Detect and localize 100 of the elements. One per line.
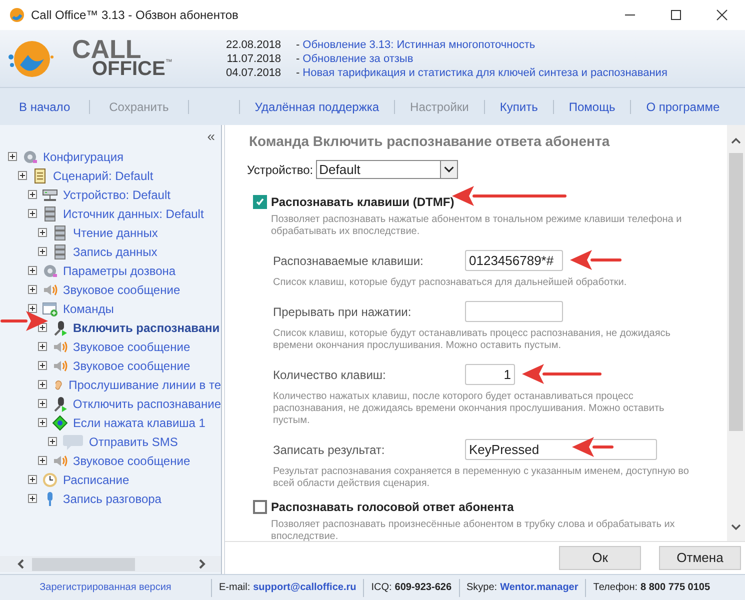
field-label: Записать результат: — [273, 442, 386, 458]
text-field[interactable] — [465, 301, 563, 322]
tree-item[interactable]: Запись разговора — [63, 490, 162, 508]
news-link[interactable]: Обновление 3.13: Истинная многопоточность — [302, 38, 536, 52]
tree-item[interactable]: Чтение данных — [73, 224, 158, 242]
tree-item[interactable]: Команды — [63, 300, 114, 318]
tree-item[interactable]: Включить распознавани — [73, 318, 220, 336]
expand-icon[interactable] — [8, 152, 17, 161]
annotation-arrow — [0, 311, 48, 331]
expand-icon[interactable] — [38, 323, 47, 332]
dialog-button[interactable]: Отмена — [659, 546, 741, 570]
toolbar-button[interactable]: Купить — [484, 98, 553, 116]
window-title: Call Office™ 3.13 - Обзвон абонентов — [31, 7, 238, 24]
tree-item[interactable]: Запись данных — [73, 242, 158, 260]
expand-icon[interactable] — [38, 342, 47, 351]
horizontal-scrollbar[interactable] — [0, 556, 221, 572]
expand-icon[interactable] — [28, 475, 37, 484]
description-text: Количество нажатых клавиш, после которого будет останавливаться процесс распознавания, не дожидаясь времени окончания прослушивания. Можно оставить пустым. — [273, 391, 666, 427]
checkbox-label: Распознавать клавиши (DTMF) — [271, 194, 454, 211]
description-text: Список клавиш, которые будут останавливать процесс распознавания, не дожидаясь времени окончания прослушивания. Можно оставить пустым. — [273, 328, 672, 352]
annotation-arrow — [572, 437, 614, 457]
microphone-icon — [52, 320, 68, 336]
field-label: Прерывать при нажатии: — [273, 304, 412, 320]
question-diamond-icon — [52, 414, 68, 430]
tree-item[interactable]: Звуковое сообщение — [73, 356, 190, 374]
gear-icon — [42, 262, 58, 278]
server-icon — [42, 206, 58, 222]
expand-icon[interactable] — [38, 399, 47, 408]
news-dash: - — [296, 52, 300, 66]
network-device-icon — [42, 186, 58, 202]
tree-item[interactable]: Прослушивание линии в те — [68, 376, 221, 394]
expand-icon[interactable] — [28, 190, 37, 199]
device-dropdown[interactable]: Default — [316, 160, 458, 179]
tree-item[interactable]: Конфигурация — [43, 148, 124, 166]
logo-text: OFFICE — [92, 58, 166, 78]
toolbar-button[interactable]: Помощь — [554, 98, 630, 116]
text-field[interactable]: KeyPressed — [465, 439, 657, 460]
collapse-button[interactable]: « — [207, 129, 215, 143]
clock-icon — [42, 472, 58, 488]
news-link[interactable]: Обновление за отзыв — [302, 52, 414, 66]
dropdown-caret-icon[interactable] — [440, 161, 458, 178]
expand-icon[interactable] — [28, 285, 37, 294]
status-label: ICQ: — [371, 581, 392, 595]
tree-item[interactable]: Параметры дозвона — [63, 262, 176, 280]
field-label: Устройство: — [247, 162, 314, 178]
checkbox[interactable] — [253, 195, 267, 209]
toolbar-button[interactable]: Удалённая поддержка — [240, 98, 394, 116]
news-date: 11.07.2018 — [226, 52, 281, 66]
checkbox-label: Распознавать голосовой ответ абонента — [271, 499, 514, 516]
status-label: Телефон: — [593, 581, 638, 595]
tree-item[interactable]: Расписание — [63, 470, 130, 488]
tree-item[interactable]: Сценарий: Default — [53, 166, 154, 184]
gear-icon — [22, 148, 38, 164]
news-date: 04.07.2018 — [226, 66, 281, 80]
tree-item[interactable]: Отправить SMS — [89, 432, 178, 450]
vertical-scrollbar[interactable] — [727, 125, 745, 541]
expand-icon[interactable] — [38, 361, 47, 370]
news-dash: - — [296, 66, 300, 80]
expand-icon[interactable] — [28, 304, 37, 313]
expand-icon[interactable] — [18, 171, 27, 180]
expand-icon[interactable] — [38, 456, 47, 465]
news-link[interactable]: Новая тарификация и статистика для ключей синтеза и распознавания — [302, 66, 668, 80]
description-text: Позволяет распознавать произнесённые абонентом в трубку слова и обрабатывать их впоследствие. — [271, 519, 676, 541]
status-value: 609-923-626 — [394, 581, 452, 595]
app-logo-icon — [9, 7, 25, 23]
checkmark-icon — [255, 197, 265, 207]
expand-icon[interactable] — [28, 209, 37, 218]
microphone-icon — [52, 396, 68, 412]
expand-icon[interactable] — [28, 494, 37, 503]
expand-icon[interactable] — [38, 247, 47, 256]
news-dash: - — [296, 38, 300, 52]
toolbar-button[interactable]: О программе — [631, 98, 735, 116]
expand-icon[interactable] — [48, 437, 57, 446]
status-value: 8 800 775 0105 — [640, 581, 710, 595]
tree-item[interactable]: Если нажата клавиша 1 — [73, 414, 206, 432]
expand-icon[interactable] — [38, 380, 47, 389]
tree-item[interactable]: Звуковое сообщение — [73, 338, 190, 356]
tree-item[interactable]: Устройство: Default — [63, 186, 170, 204]
status-link[interactable]: support@calloffice.ru — [253, 580, 356, 595]
logo-text: CALL — [72, 38, 142, 58]
scrollbar-thumb[interactable] — [32, 558, 135, 570]
expand-icon[interactable] — [38, 228, 47, 237]
status-link[interactable]: Wentor.manager — [500, 580, 578, 595]
tree-item[interactable]: Отключить распознавание — [72, 394, 221, 412]
server-icon — [52, 224, 68, 240]
tree-item[interactable]: Звуковое сообщение — [73, 452, 190, 470]
text-field[interactable]: 1 — [465, 364, 515, 385]
dialog-button[interactable]: Ок — [559, 546, 641, 570]
sms-bubble-icon — [62, 434, 84, 450]
expand-icon[interactable] — [38, 418, 47, 427]
scrollbar-thumb[interactable] — [729, 153, 743, 431]
expand-icon[interactable] — [28, 266, 37, 275]
checkbox[interactable] — [253, 500, 267, 514]
field-label: Распознаваемые клавиши: — [273, 252, 424, 270]
toolbar-button[interactable]: В начало — [0, 98, 90, 116]
text-field[interactable]: 0123456789*# — [465, 250, 563, 271]
status-label: E-mail: — [219, 581, 250, 595]
tree-item[interactable]: Звуковое сообщение — [63, 280, 180, 298]
tree-item[interactable]: Источник данных: Default — [63, 204, 204, 222]
window-plus-icon — [42, 300, 58, 316]
